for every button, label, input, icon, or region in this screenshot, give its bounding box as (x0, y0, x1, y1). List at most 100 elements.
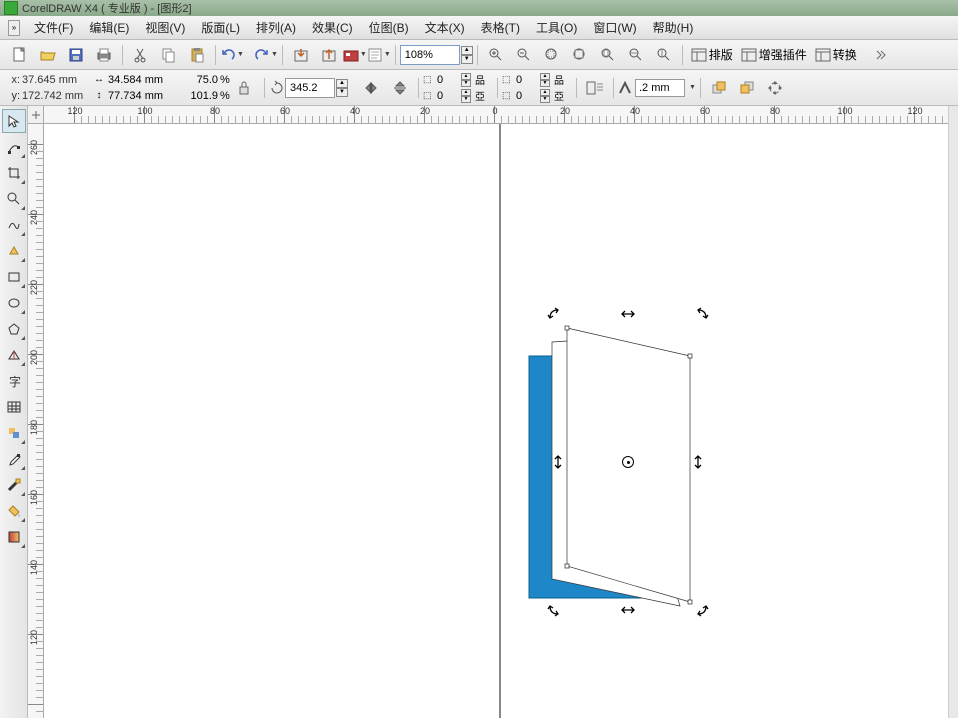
app-launcher-button[interactable]: ▼ (343, 47, 367, 63)
to-back-button[interactable] (735, 76, 759, 100)
menu-item[interactable]: 文本(X) (417, 16, 473, 39)
standard-toolbar: ▼ ▼ ▼ ▼ ▲▼ 排版 增强插件 转换 (0, 40, 958, 70)
zoom-selection-button[interactable] (540, 43, 564, 67)
redo-button[interactable]: ▼ (254, 47, 278, 63)
smart-fill-tool[interactable] (2, 239, 26, 263)
zoom-all-button[interactable] (568, 43, 592, 67)
crop-tool[interactable] (2, 161, 26, 185)
zoom-tool[interactable] (2, 187, 26, 211)
menu-item[interactable]: 帮助(H) (645, 16, 702, 39)
menu-item[interactable]: 排列(A) (248, 16, 304, 39)
print-button[interactable] (92, 43, 116, 67)
horizontal-ruler[interactable]: 12010080604020020406080100120 (44, 106, 958, 124)
enhance-label: 增强插件 (759, 46, 807, 63)
menu-item[interactable]: 视图(V) (137, 16, 193, 39)
app-icon (4, 1, 18, 15)
shape-tool[interactable] (2, 135, 26, 159)
duplicate-offset-2[interactable]: ⬚0▲▼品 ⬚0▲▼亞 (502, 72, 564, 104)
drawing (44, 124, 958, 718)
menu-item[interactable]: 版面(L) (193, 16, 248, 39)
wrap-text-button[interactable] (583, 76, 607, 100)
scale-y-value[interactable]: 101.9 (178, 90, 218, 102)
duplicate-offset-1[interactable]: ⬚0▲▼品 ⬚0▲▼亞 (423, 72, 485, 104)
mirror-v-button[interactable] (388, 76, 412, 100)
position-readout: x:37.645 mm y:172.742 mm (6, 72, 84, 104)
canvas[interactable] (44, 124, 958, 718)
rotation-spinner[interactable]: ▲▼ (336, 79, 348, 97)
right-docker-strip[interactable] (948, 106, 958, 718)
zoom-input[interactable] (400, 45, 460, 65)
ellipse-tool[interactable] (2, 291, 26, 315)
layout-label: 排版 (709, 46, 733, 63)
titlebar: CorelDRAW X4 ( 专业版 ) - [图形2] (0, 0, 958, 16)
menu-item[interactable]: 位图(B) (361, 16, 417, 39)
open-button[interactable] (36, 43, 60, 67)
y-label: y: (6, 90, 20, 102)
welcome-button[interactable]: ▼ (367, 47, 391, 63)
table-tool[interactable] (2, 395, 26, 419)
undo-button[interactable]: ▼ (220, 47, 244, 63)
interactive-tool[interactable] (2, 421, 26, 445)
transform-button[interactable]: 转换 (815, 46, 857, 63)
layout-button[interactable]: 排版 (691, 46, 733, 63)
menu-expand-icon[interactable]: » (8, 20, 20, 36)
width-value: 34.584 mm (106, 74, 170, 86)
fill-tool[interactable] (2, 499, 26, 523)
freehand-tool[interactable] (2, 213, 26, 237)
workarea: 字 12010080604020020406080100120 26024022… (0, 106, 958, 718)
rotation-input[interactable]: ▲▼ (269, 78, 348, 98)
enhance-plugin-button[interactable]: 增强插件 (741, 46, 807, 63)
transform-label: 转换 (833, 46, 857, 63)
height-icon: ↕ (92, 90, 106, 101)
x-label: x: (6, 74, 20, 86)
basic-shapes-tool[interactable] (2, 343, 26, 367)
to-front-button[interactable] (707, 76, 731, 100)
size-readout: ↔34.584 mm ↕77.734 mm (92, 72, 170, 104)
svg-text:字: 字 (9, 374, 21, 388)
paste-button[interactable] (185, 43, 209, 67)
rectangle-tool[interactable] (2, 265, 26, 289)
ruler-origin[interactable] (28, 106, 44, 124)
copy-button[interactable] (157, 43, 181, 67)
convert-curves-button[interactable] (763, 76, 787, 100)
new-button[interactable] (8, 43, 32, 67)
import-button[interactable] (289, 43, 313, 67)
cut-button[interactable] (129, 43, 153, 67)
scale-readout: 75.0% 101.9% (178, 72, 232, 104)
outline-icon (618, 81, 632, 95)
toolbox: 字 (0, 106, 28, 718)
property-bar: x:37.645 mm y:172.742 mm ↔34.584 mm ↕77.… (0, 70, 958, 106)
outline-width-input[interactable] (635, 79, 685, 97)
width-icon: ↔ (92, 74, 106, 85)
menu-item[interactable]: 工具(O) (528, 16, 585, 39)
lock-ratio-button[interactable] (236, 74, 252, 102)
zoom-out-button[interactable] (512, 43, 536, 67)
export-button[interactable] (317, 43, 341, 67)
zoom-page-button[interactable] (596, 43, 620, 67)
menu-item[interactable]: 效果(C) (304, 16, 361, 39)
rotation-field[interactable] (285, 78, 335, 98)
mirror-h-button[interactable] (360, 76, 384, 100)
zoom-height-button[interactable] (652, 43, 676, 67)
rotation-center-icon[interactable] (622, 456, 634, 468)
scale-x-value[interactable]: 75.0 (178, 74, 218, 86)
save-button[interactable] (64, 43, 88, 67)
eyedropper-tool[interactable] (2, 447, 26, 471)
overflow-button[interactable] (869, 43, 893, 67)
zoom-spinner[interactable]: ▲▼ (461, 46, 473, 64)
pick-tool[interactable] (2, 109, 26, 133)
menu-item[interactable]: 编辑(E) (81, 16, 137, 39)
vertical-ruler[interactable]: 260240220200180160140120 (28, 124, 44, 718)
x-value: 37.645 mm (20, 74, 84, 86)
menu-item[interactable]: 窗口(W) (585, 16, 644, 39)
menubar: » 文件(F)编辑(E)视图(V)版面(L)排列(A)效果(C)位图(B)文本(… (0, 16, 958, 40)
polygon-tool[interactable] (2, 317, 26, 341)
window-title: CorelDRAW X4 ( 专业版 ) - [图形2] (22, 0, 192, 16)
menu-item[interactable]: 文件(F) (26, 16, 81, 39)
text-tool[interactable]: 字 (2, 369, 26, 393)
menu-item[interactable]: 表格(T) (473, 16, 528, 39)
outline-tool[interactable] (2, 473, 26, 497)
interactive-fill-tool[interactable] (2, 525, 26, 549)
zoom-width-button[interactable] (624, 43, 648, 67)
zoom-in-button[interactable] (484, 43, 508, 67)
